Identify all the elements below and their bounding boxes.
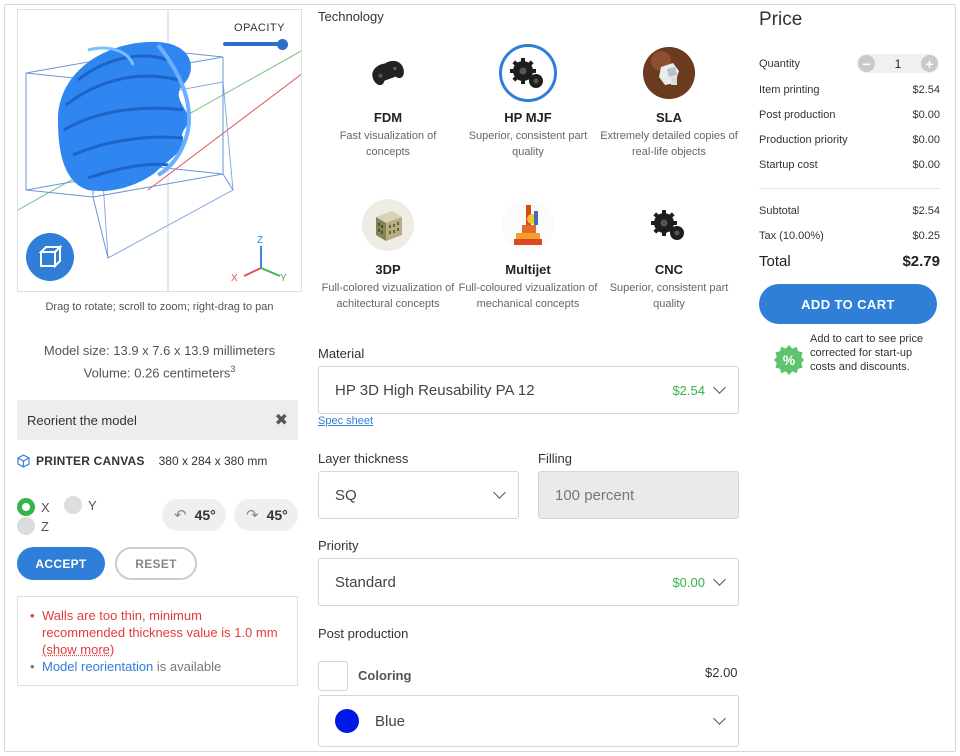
viewer-hint: Drag to rotate; scroll to zoom; right-dr… [45, 301, 274, 313]
reorient-title: Reorient the model [27, 412, 137, 428]
model-size: Model size: 13.9 x 7.6 x 13.9 millimeter… [43, 343, 276, 358]
tech-option-3dp[interactable]: 3DP Full-colored vizualization of achite… [318, 199, 458, 312]
chevron-down-icon [713, 381, 726, 394]
rotate-right-icon: ↷ [246, 507, 259, 524]
svg-text:Z: Z [257, 235, 263, 246]
coloring-label: Coloring [358, 668, 412, 683]
color-select[interactable]: Blue [318, 695, 739, 747]
reorient-panel-header: Reorient the model ✖ [17, 400, 298, 440]
price-row-production-priority: Production priority $0.00 [759, 134, 940, 146]
price-row-item-printing: Item printing $2.54 [759, 84, 940, 96]
material-value: HP 3D High Reusability PA 12 [335, 381, 535, 399]
axis-radio-y[interactable]: Y [64, 496, 97, 514]
gears-icon [643, 199, 695, 251]
radio-dot[interactable] [17, 517, 35, 535]
view-cube-button[interactable] [26, 233, 74, 281]
reset-button[interactable]: RESET [115, 547, 197, 580]
cart-note: Add to cart to see price corrected for s… [810, 333, 924, 373]
minus-icon[interactable]: − [858, 55, 875, 72]
app-frame: Z X Y OPACITY Drag to rotate; scroll to … [4, 4, 956, 752]
tech-option-fdm[interactable]: FDM Fast visualization of concepts [318, 47, 458, 160]
model-viewer[interactable]: Z X Y OPACITY [17, 9, 302, 292]
tech-option-sla[interactable]: SLA Extremely detailed copies of real-li… [599, 47, 739, 160]
gamepad-part-icon [362, 47, 414, 99]
opacity-slider-handle[interactable] [277, 39, 288, 50]
gears-icon [499, 44, 557, 102]
price-row-startup-cost: Startup cost $0.00 [759, 159, 940, 171]
printer-canvas-label: PRINTER CANVAS [36, 454, 145, 468]
model-info: Model size: 13.9 x 7.6 x 13.9 millimeter… [17, 341, 302, 382]
discount-badge-icon: % [774, 345, 804, 375]
price-row-post-production: Post production $0.00 [759, 109, 940, 121]
axis-radio-group: X Y Z [17, 496, 137, 535]
filling-label: Filling [538, 451, 572, 466]
material-price: $2.54 [672, 382, 705, 398]
coloring-checkbox[interactable] [318, 661, 348, 691]
spec-sheet-link[interactable]: Spec sheet [318, 415, 373, 427]
material-label: Material [318, 346, 365, 361]
priority-select[interactable]: Standard $0.00 [318, 558, 739, 606]
tech-option-hp-mjf[interactable]: HP MJF Superior, consistent part quality [458, 44, 598, 160]
add-to-cart-button[interactable]: ADD TO CART [759, 284, 937, 324]
model-volume: Volume: 0.26 centimeters3 [83, 364, 236, 381]
layer-thickness-value: SQ [335, 486, 357, 504]
svg-text:X: X [231, 273, 238, 284]
show-more-link[interactable]: (show more) [42, 642, 114, 657]
total-label: Total [759, 253, 791, 270]
subtotal-row: Subtotal $2.54 [759, 205, 940, 217]
layer-thickness-select[interactable]: SQ [318, 471, 519, 519]
total-row: Total $2.79 [759, 253, 940, 270]
chevron-down-icon [713, 712, 726, 725]
sla-part-icon [643, 47, 695, 99]
cube-icon [38, 244, 63, 269]
svg-text:Y: Y [280, 273, 287, 284]
axis-radio-x[interactable]: X [17, 498, 50, 516]
coloring-price: $2.00 [705, 665, 738, 680]
rotate-left-icon: ↶ [174, 507, 187, 524]
opacity-slider[interactable] [223, 42, 285, 46]
material-select[interactable]: HP 3D High Reusability PA 12 $2.54 [318, 366, 739, 414]
tech-option-multijet[interactable]: Multijet Full-coloured vizualization of … [458, 199, 598, 312]
layer-thickness-label: Layer thickness [318, 451, 409, 466]
rotate-left-button[interactable]: ↶ 45° [162, 499, 226, 531]
color-swatch [335, 709, 359, 733]
close-icon[interactable]: ✖ [275, 410, 288, 430]
chevron-down-icon [493, 486, 506, 499]
price-title: Price [759, 9, 803, 30]
chevron-down-icon [713, 573, 726, 586]
color-value: Blue [375, 712, 406, 730]
priority-value: Standard [335, 573, 396, 591]
reorientation-info: Model reorientation is available [28, 658, 287, 675]
opacity-label: OPACITY [234, 22, 285, 34]
tax-row: Tax (10.00%) $0.25 [759, 230, 940, 242]
divider [759, 188, 940, 189]
axis-gizmo: Z X Y [231, 235, 287, 284]
priority-label: Priority [318, 538, 359, 553]
building-model-icon [362, 199, 414, 251]
radio-dot[interactable] [64, 496, 82, 514]
priority-price: $0.00 [672, 574, 705, 590]
axis-radio-z[interactable]: Z [17, 517, 49, 535]
printer-canvas-info: PRINTER CANVAS 380 x 284 x 380 mm [17, 454, 267, 468]
cube-outline-icon [17, 454, 30, 468]
rotate-right-button[interactable]: ↷ 45° [234, 499, 298, 531]
wall-thickness-warning: Walls are too thin, minimum recommended … [28, 607, 287, 658]
radio-dot[interactable] [17, 498, 35, 516]
mechanical-model-icon [502, 199, 554, 251]
quantity-stepper[interactable]: − 1 + [857, 54, 939, 73]
warnings-box: Walls are too thin, minimum recommended … [17, 596, 298, 686]
quantity-value[interactable]: 1 [895, 57, 902, 71]
filling-field: 100 percent [538, 471, 739, 519]
technology-label: Technology [318, 9, 384, 24]
quantity-label: Quantity [759, 58, 800, 70]
accept-button[interactable]: ACCEPT [17, 547, 105, 580]
printer-canvas-dims: 380 x 284 x 380 mm [158, 454, 268, 468]
model-reorientation-link[interactable]: Model reorientation [42, 659, 153, 674]
plus-icon[interactable]: + [921, 55, 938, 72]
tech-option-cnc[interactable]: CNC Superior, consistent part quality [599, 199, 739, 312]
total-value: $2.79 [902, 253, 940, 270]
post-production-label: Post production [318, 626, 409, 641]
